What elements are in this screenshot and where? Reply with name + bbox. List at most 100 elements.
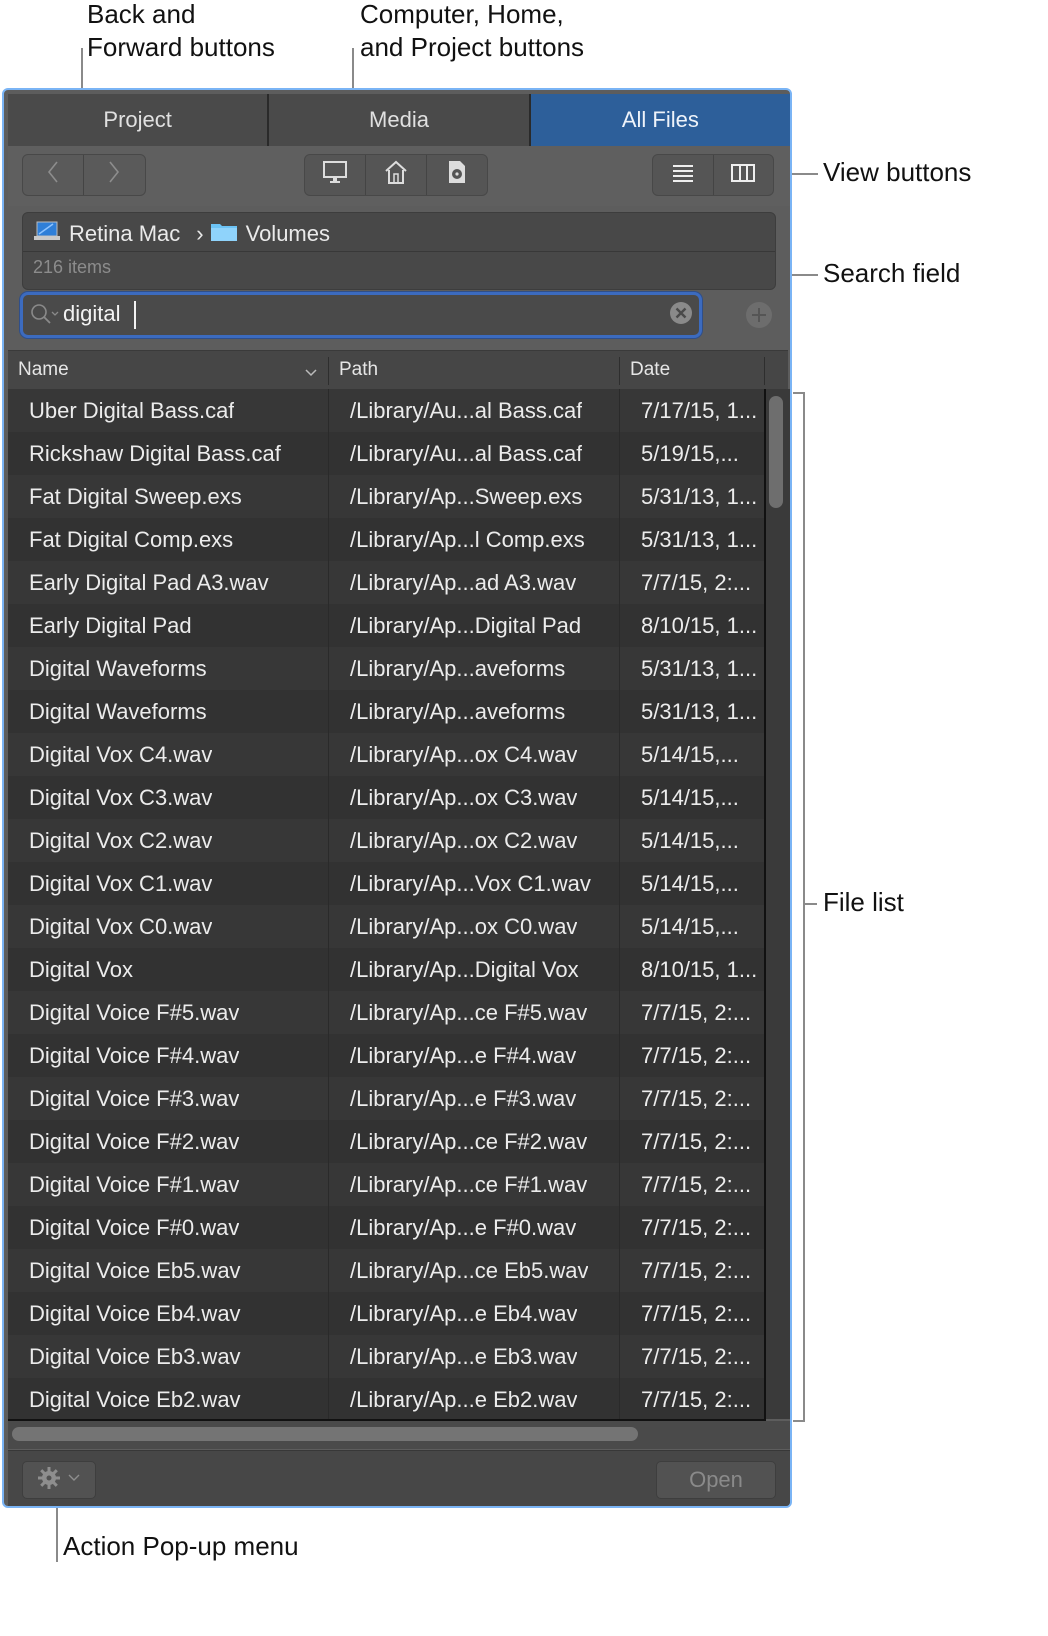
back-button[interactable] <box>23 155 84 195</box>
file-row[interactable]: Digital Waveforms/Library/Ap...aveforms 5… <box>8 690 764 733</box>
breadcrumb-separator: › <box>196 221 204 246</box>
file-date: 5/19/15,... <box>641 440 739 466</box>
callout-bracket <box>793 1420 805 1422</box>
home-button[interactable] <box>366 155 427 195</box>
open-button[interactable]: Open <box>656 1461 776 1499</box>
file-date: 5/31/13, 1... <box>641 655 758 681</box>
file-row[interactable]: Digital Voice F#3.wav/Library/Ap...e F#3… <box>8 1077 764 1120</box>
column-name[interactable]: Name <box>18 351 318 389</box>
file-name: Digital Waveforms <box>29 698 207 724</box>
file-date: 7/7/15, 2:... <box>641 1257 752 1283</box>
file-row[interactable]: Digital Voice F#2.wav/Library/Ap...ce F#… <box>8 1120 764 1163</box>
file-path: /Library/Ap...e F#3.wav <box>350 1085 577 1111</box>
file-row[interactable]: Digital Vox C1.wav/Library/Ap...Vox C1.w… <box>8 862 764 905</box>
computer-button[interactable] <box>305 155 366 195</box>
breadcrumb-item[interactable]: Retina Mac <box>69 221 180 247</box>
file-row[interactable]: Digital Vox C2.wav/Library/Ap...ox C2.wa… <box>8 819 764 862</box>
file-path: /Library/Ap...ad A3.wav <box>350 569 577 595</box>
callout-line <box>803 903 817 905</box>
file-row[interactable]: Fat Digital Comp.exs/Library/Ap...l Comp… <box>8 518 764 561</box>
file-name: Fat Digital Comp.exs <box>29 526 234 552</box>
file-path: /Library/Ap...Sweep.exs <box>350 483 583 509</box>
file-path: /Library/Au...al Bass.caf <box>350 397 583 423</box>
file-row[interactable]: Digital Voice Eb5.wav/Library/Ap...ce Eb… <box>8 1249 764 1292</box>
file-date: 7/7/15, 2:... <box>641 1128 752 1154</box>
text-caret <box>134 301 136 329</box>
file-row[interactable]: Digital Vox C4.wav/Library/Ap...ox C4.wa… <box>8 733 764 776</box>
file-name: Digital Vox <box>29 956 133 982</box>
tab-all-files[interactable]: All Files <box>530 94 790 146</box>
file-row[interactable]: Digital Voice F#1.wav/Library/Ap...ce F#… <box>8 1163 764 1206</box>
list-view-button[interactable] <box>653 155 714 195</box>
tab-project[interactable]: Project <box>8 94 270 146</box>
column-divider <box>619 389 620 1419</box>
file-path: /Library/Ap...Vox C1.wav <box>350 870 591 896</box>
tab-bar: Project Media All Files <box>8 94 790 146</box>
file-row[interactable]: Digital Voice F#4.wav/Library/Ap...e F#4… <box>8 1034 764 1077</box>
file-date: 7/7/15, 2:... <box>641 1386 752 1412</box>
file-path: /Library/Ap...aveforms <box>350 698 566 724</box>
file-row[interactable]: Digital Voice Eb4.wav/Library/Ap...e Eb4… <box>8 1292 764 1335</box>
callout-file-list: File list <box>823 887 904 917</box>
file-date: 7/7/15, 2:... <box>641 1085 752 1111</box>
action-popup-button[interactable] <box>22 1461 96 1499</box>
horizontal-scroll-thumb[interactable] <box>12 1427 638 1441</box>
search-input[interactable] <box>63 299 653 329</box>
column-view-button[interactable] <box>714 155 774 195</box>
file-row[interactable]: Rickshaw Digital Bass.caf/Library/Au...a… <box>8 432 764 475</box>
project-button[interactable] <box>427 155 487 195</box>
vertical-scrollbar[interactable] <box>764 389 790 1419</box>
file-row[interactable]: Digital Vox C0.wav/Library/Ap...ox C0.wa… <box>8 905 764 948</box>
add-button[interactable] <box>746 302 772 328</box>
column-path[interactable]: Path <box>339 351 378 389</box>
file-row[interactable]: Digital Waveforms/Library/Ap...aveforms 5… <box>8 647 764 690</box>
vertical-scroll-thumb[interactable] <box>769 396 783 508</box>
column-divider <box>328 389 329 1419</box>
folder-icon <box>210 220 238 248</box>
file-row[interactable]: Digital Vox C3.wav/Library/Ap...ox C3.wa… <box>8 776 764 819</box>
file-name: Early Digital Pad A3.wav <box>29 569 269 595</box>
column-date[interactable]: Date <box>630 351 670 389</box>
column-header: Name Path Date <box>8 350 788 390</box>
file-date: 7/7/15, 2:... <box>641 1171 752 1197</box>
file-path: /Library/Ap...ox C3.wav <box>350 784 578 810</box>
file-browser-window: Project Media All Files Retina Mac › Vol… <box>2 88 792 1508</box>
file-date: 5/31/13, 1... <box>641 483 758 509</box>
file-row[interactable]: Uber Digital Bass.caf/Library/Au...al Ba… <box>8 389 764 432</box>
file-date: 8/10/15, 1... <box>641 612 758 638</box>
file-row[interactable]: Digital Voice F#5.wav/Library/Ap...ce F#… <box>8 991 764 1034</box>
column-divider[interactable] <box>764 357 765 385</box>
callout-bracket <box>793 392 805 394</box>
file-row[interactable]: Fat Digital Sweep.exs/Library/Ap...Sweep… <box>8 475 764 518</box>
breadcrumb-item[interactable]: Volumes <box>246 221 330 247</box>
file-date: 5/14/15,... <box>641 741 739 767</box>
column-view-icon <box>731 162 756 188</box>
file-name: Digital Voice F#3.wav <box>29 1085 240 1111</box>
search-icon <box>29 302 61 331</box>
clear-search-icon[interactable] <box>669 301 693 330</box>
toolbar <box>8 146 790 206</box>
breadcrumb: Retina Mac › Volumes <box>33 217 330 251</box>
file-name: Digital Voice Eb3.wav <box>29 1343 241 1369</box>
column-divider[interactable] <box>328 357 329 385</box>
tab-media[interactable]: Media <box>269 94 531 146</box>
file-row[interactable]: Digital Voice Eb2.wav/Library/Ap...e Eb2… <box>8 1378 764 1419</box>
file-date: 8/10/15, 1... <box>641 956 758 982</box>
column-divider[interactable] <box>619 357 620 385</box>
file-row[interactable]: Digital Voice F#0.wav/Library/Ap...e F#0… <box>8 1206 764 1249</box>
file-row[interactable]: Early Digital Pad A3.wav/Library/Ap...ad… <box>8 561 764 604</box>
plus-icon <box>746 307 772 334</box>
forward-button[interactable] <box>84 155 144 195</box>
file-name: Digital Vox C0.wav <box>29 913 213 939</box>
file-date: 7/17/15, 1... <box>641 397 758 423</box>
project-icon <box>446 159 468 191</box>
search-field[interactable] <box>20 292 702 338</box>
nav-buttons <box>22 154 146 196</box>
file-path: /Library/Ap...ce Eb5.wav <box>350 1257 589 1283</box>
file-row[interactable]: Digital Vox/Library/Ap...Digital Vox 8/10… <box>8 948 764 991</box>
file-row[interactable]: Digital Voice Eb3.wav/Library/Ap...e Eb3… <box>8 1335 764 1378</box>
file-row[interactable]: Early Digital Pad/Library/Ap...Digital P… <box>8 604 764 647</box>
callout-view-buttons: View buttons <box>823 157 972 187</box>
file-name: Digital Voice F#1.wav <box>29 1171 240 1197</box>
file-name: Digital Vox C1.wav <box>29 870 213 896</box>
